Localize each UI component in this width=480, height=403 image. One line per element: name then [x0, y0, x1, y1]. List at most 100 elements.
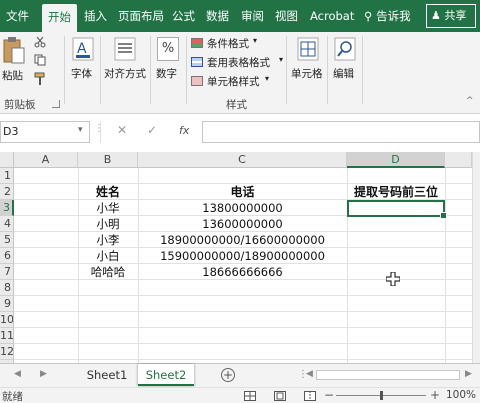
scroll-tabs-left-icon[interactable]: ◀	[14, 369, 21, 379]
number-button[interactable]: % 数字	[153, 34, 183, 84]
cell-styles-icon	[191, 76, 203, 86]
row-header-5[interactable]: 5	[0, 232, 14, 248]
row-header-11[interactable]: 11	[0, 328, 14, 344]
grid-line	[14, 327, 472, 328]
enter-icon[interactable]: ✓	[147, 123, 157, 137]
insert-function-icon[interactable]: fx	[179, 124, 189, 137]
menu-acrobat[interactable]: Acrobat	[310, 0, 354, 32]
alignment-button[interactable]: 对齐方式	[102, 34, 148, 84]
percent-icon: %	[157, 37, 179, 61]
menu-review[interactable]: 审阅	[241, 0, 264, 32]
zoom-in-icon[interactable]: +	[430, 388, 440, 402]
row-header-6[interactable]: 6	[0, 248, 14, 264]
column-header-c[interactable]: C	[138, 152, 347, 168]
menu-formulas[interactable]: 公式	[172, 0, 195, 32]
row-header-2[interactable]: 2	[0, 184, 14, 200]
font-label: 字体	[71, 68, 92, 80]
menu-view[interactable]: 视图	[275, 0, 298, 32]
format-painter-icon[interactable]	[34, 72, 46, 86]
menu-file[interactable]: 文件	[6, 0, 29, 32]
row-header-8[interactable]: 8	[0, 280, 14, 296]
divider	[186, 36, 187, 104]
editing-button[interactable]: 编辑	[330, 34, 360, 84]
scroll-right-icon[interactable]: ▶	[465, 369, 472, 379]
menu-insert[interactable]: 插入	[84, 0, 107, 32]
zoom-slider-thumb[interactable]	[380, 391, 383, 400]
row-header-10[interactable]: 10	[0, 312, 14, 328]
paste-button[interactable]: 粘贴	[0, 34, 30, 84]
format-as-table-button[interactable]: 套用表格格式 ▾	[191, 55, 291, 71]
share-button[interactable]: ♟ 共享	[426, 4, 476, 28]
zoom-level[interactable]: 100%	[446, 389, 476, 401]
cell-c2[interactable]: 电话	[138, 184, 347, 200]
row-header-7[interactable]: 7	[0, 264, 14, 280]
cell-c7[interactable]: 18666666666	[138, 264, 347, 280]
zoom-out-icon[interactable]: −	[324, 388, 334, 402]
table-icon	[191, 57, 203, 67]
page-break-icon[interactable]	[304, 391, 316, 401]
row-header-9[interactable]: 9	[0, 296, 14, 312]
row-header-4[interactable]: 4	[0, 216, 14, 232]
column-header-e[interactable]	[445, 152, 472, 168]
sheet-tab-sheet2[interactable]: Sheet2	[138, 364, 194, 386]
cell-c4[interactable]: 13600000000	[138, 216, 347, 232]
conditional-formatting-icon	[191, 38, 203, 48]
row-header-12[interactable]: 12	[0, 344, 14, 360]
scroll-tabs-right-icon[interactable]: ▶	[40, 369, 47, 379]
align-icon	[114, 37, 136, 61]
divider	[327, 36, 328, 104]
font-button[interactable]: A 字体	[68, 34, 98, 84]
dropdown-arrow-icon: ▾	[253, 36, 258, 45]
scroll-left-icon[interactable]: ◀	[306, 369, 313, 379]
cell-b7[interactable]: 哈哈哈	[78, 264, 138, 280]
cell-d2[interactable]: 提取号码前三位	[347, 184, 445, 200]
cell-b5[interactable]: 小李	[78, 232, 138, 248]
vertical-scrollbar[interactable]	[472, 152, 480, 363]
formula-input[interactable]	[202, 121, 480, 143]
font-color-icon: A	[72, 37, 94, 61]
conditional-formatting-button[interactable]: 条件格式 ▾	[191, 36, 281, 52]
status-bar: 就绪 − + 100%	[0, 387, 480, 403]
row-header-3[interactable]: 3	[0, 200, 14, 216]
cells-button[interactable]: 单元格	[289, 34, 327, 84]
column-header-d[interactable]: D	[347, 152, 445, 168]
conditional-formatting-label: 条件格式	[207, 38, 249, 50]
dropdown-arrow-icon: ▾	[265, 74, 270, 83]
page-layout-icon[interactable]	[274, 391, 286, 401]
column-header-b[interactable]: B	[78, 152, 138, 168]
add-sheet-button[interactable]: +	[221, 368, 235, 382]
horizontal-scrollbar[interactable]	[316, 370, 460, 380]
collapse-ribbon-icon[interactable]: ^	[466, 96, 474, 106]
cell-c6[interactable]: 15900000000/18900000000	[138, 248, 347, 264]
divider	[64, 36, 65, 104]
cell-c5[interactable]: 18900000000/16600000000	[138, 232, 347, 248]
cell-styles-button[interactable]: 单元格样式 ▾	[191, 74, 281, 90]
active-cell-d3[interactable]	[347, 200, 447, 219]
column-header-a[interactable]: A	[14, 152, 78, 168]
cell-b4[interactable]: 小明	[78, 216, 138, 232]
clipboard-group-label: 剪贴板	[4, 99, 36, 111]
cell-c3[interactable]: 13800000000	[138, 200, 347, 216]
cancel-icon[interactable]: ✕	[117, 123, 127, 137]
copy-icon[interactable]	[34, 54, 48, 66]
menu-data[interactable]: 数据	[206, 0, 229, 32]
tell-me-search[interactable]: ⚲ 告诉我	[364, 0, 411, 32]
name-box[interactable]: D3	[0, 121, 90, 143]
name-box-dropdown-icon[interactable]: ▾	[78, 125, 83, 135]
select-all-corner[interactable]	[0, 152, 14, 168]
cell-b3[interactable]: 小华	[78, 200, 138, 216]
divider	[150, 36, 151, 104]
row-header-1[interactable]: 1	[0, 168, 14, 184]
cell-b6[interactable]: 小白	[78, 248, 138, 264]
cell-b2[interactable]: 姓名	[78, 184, 138, 200]
cut-icon[interactable]	[34, 36, 46, 48]
clipboard-launcher[interactable]	[52, 100, 60, 108]
sheet-tab-sheet1[interactable]: Sheet1	[78, 364, 136, 386]
share-label: 共享	[444, 9, 467, 22]
divider	[100, 36, 101, 104]
formula-buttons: ✕ ✓ fx	[100, 121, 200, 143]
menu-home[interactable]: 开始	[42, 4, 77, 32]
status-mode: 就绪	[2, 391, 23, 403]
normal-view-icon[interactable]	[244, 391, 256, 401]
menu-page-layout[interactable]: 页面布局	[118, 0, 164, 32]
